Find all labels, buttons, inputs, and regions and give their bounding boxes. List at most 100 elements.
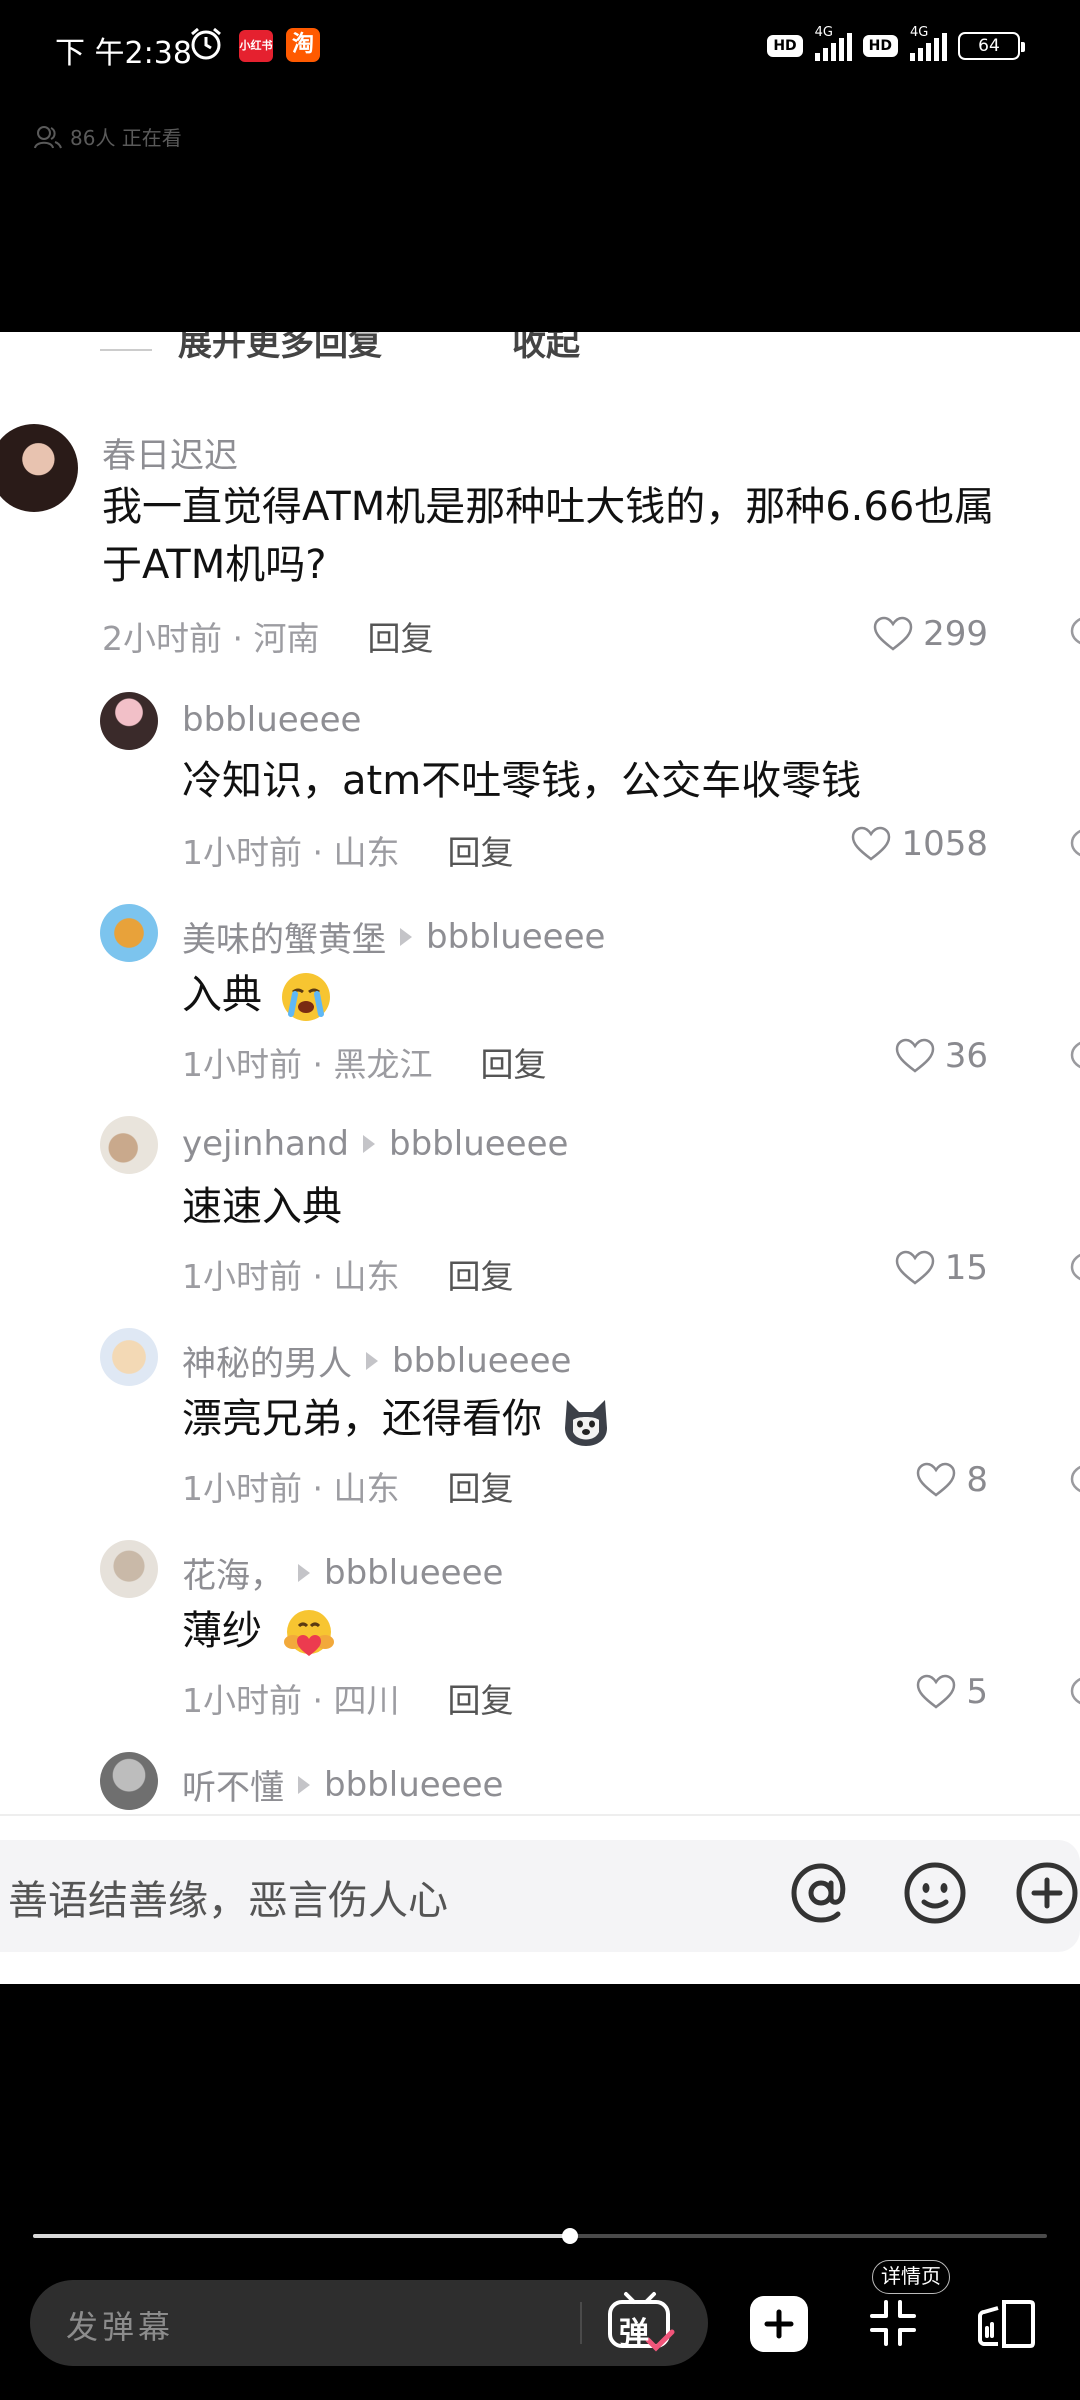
heart-icon — [873, 616, 913, 651]
reply-meta: 1小时前 · 山东 回复 — [182, 826, 513, 874]
progress-knob[interactable] — [562, 2228, 579, 2244]
heart-icon — [895, 1250, 934, 1285]
expand-collapse-row: 展开更多回复 收起 — [100, 332, 580, 365]
people-icon — [34, 125, 62, 148]
reply-meta: 1小时前 · 山东 回复 — [182, 1250, 513, 1298]
comment-input-bar[interactable]: 善语结善缘，恶言伤人心 — [0, 1840, 1080, 1952]
progress-fill — [33, 2234, 571, 2238]
reply-author[interactable]: 美味的蟹黄堡 bbblueeee — [182, 912, 605, 961]
signal-icon: 4G — [904, 25, 952, 63]
husky-face-icon — [564, 1400, 607, 1446]
comment-author[interactable]: 春日迟迟 — [102, 428, 238, 477]
reply-author[interactable]: bbblueeee — [182, 700, 361, 740]
add-button[interactable] — [750, 2296, 808, 2352]
reply-text: 薄纱 — [182, 1602, 339, 1660]
battery-icon: 64 — [958, 32, 1025, 60]
reply-button[interactable]: 回复 — [480, 1038, 546, 1086]
heart-icon — [917, 1674, 956, 1709]
reply-text: 入典 — [182, 966, 333, 1024]
hd-badge: HD — [767, 35, 803, 57]
alarm-icon — [191, 27, 221, 60]
avatar[interactable] — [0, 424, 78, 512]
xiaohongshu-icon: 小红书 — [239, 30, 273, 62]
comment-meta: 2小时前 · 河南 回复 — [102, 612, 433, 660]
taobao-icon: 淘 — [286, 28, 320, 62]
reply-author[interactable]: 花海， bbblueeee — [182, 1548, 503, 1597]
like-button[interactable]: 1058 — [851, 824, 988, 864]
reply-button[interactable]: 回复 — [447, 1250, 513, 1298]
reply-button[interactable]: 回复 — [447, 1674, 513, 1722]
divider — [0, 1814, 1080, 1816]
progress-bar[interactable] — [33, 2228, 1047, 2244]
like-button[interactable]: 15 — [895, 1248, 988, 1288]
like-button[interactable]: 5 — [916, 1672, 988, 1712]
heart-icon — [852, 826, 891, 861]
divider — [580, 2302, 582, 2344]
crying-face-icon — [281, 973, 330, 1021]
like-button[interactable]: 8 — [916, 1460, 988, 1500]
dislike-icon[interactable] — [1068, 826, 1080, 860]
expand-more-replies[interactable]: 展开更多回复 — [178, 332, 382, 365]
reply-to-user[interactable]: bbblueeee — [324, 1553, 503, 1593]
reply-author[interactable]: 听不懂 bbblueeee — [182, 1760, 503, 1809]
reply-author[interactable]: 神秘的男人 bbblueeee — [182, 1336, 571, 1385]
avatar[interactable] — [100, 1752, 158, 1810]
like-button[interactable]: 36 — [895, 1036, 988, 1076]
avatar[interactable] — [100, 1540, 158, 1598]
dislike-icon[interactable] — [1068, 1674, 1080, 1708]
reply-author[interactable]: yejinhand bbblueeee — [182, 1124, 568, 1164]
reply-to-arrow-icon — [400, 927, 412, 946]
status-bar: 下 午2:38 小红书 淘 HD 4G HD 4G 64 — [0, 0, 1080, 96]
avatar[interactable] — [100, 692, 158, 750]
reply-to-user[interactable]: bbblueeee — [392, 1341, 571, 1381]
reply-text: 漂亮兄弟，还得看你 — [182, 1390, 613, 1448]
heart-icon — [895, 1038, 934, 1073]
viewer-count-text: 86人 正在看 — [70, 126, 182, 150]
reply-button[interactable]: 回复 — [447, 1462, 513, 1510]
detail-page-tooltip: 详情页 — [872, 2260, 950, 2294]
reply-to-user[interactable]: bbblueeee — [324, 1765, 503, 1805]
collapse-replies[interactable]: 收起 — [512, 332, 580, 365]
avatar[interactable] — [100, 904, 158, 962]
like-count: 5 — [966, 1672, 988, 1712]
like-button[interactable]: 299 — [873, 614, 988, 654]
plus-icon — [764, 2309, 794, 2339]
danmaku-input[interactable]: 发弹幕 — [66, 2302, 174, 2348]
avatar[interactable] — [100, 1328, 158, 1386]
emoji-icon[interactable] — [902, 1860, 968, 1926]
detail-page-icon[interactable] — [976, 2298, 1036, 2350]
comment-panel[interactable]: 展开更多回复 收起 春日迟迟 我一直觉得ATM机是那种吐大钱的，那种6.66也属… — [0, 332, 1080, 1984]
at-icon[interactable] — [786, 1858, 856, 1928]
avatar[interactable] — [100, 1116, 158, 1174]
reply-text: 冷知识，atm不吐零钱，公交车收零钱 — [182, 758, 862, 804]
reply-to-arrow-icon — [298, 1563, 310, 1582]
heart-icon — [917, 1462, 956, 1497]
reply-text: 速速入典 — [182, 1184, 342, 1230]
dislike-icon[interactable] — [1068, 614, 1080, 648]
reply-to-user[interactable]: bbblueeee — [389, 1124, 568, 1164]
reply-to-arrow-icon — [363, 1135, 375, 1153]
danmaku-bar[interactable]: 发弹幕 弹 — [30, 2280, 708, 2366]
hd-badge: HD — [862, 35, 898, 57]
reply-button[interactable]: 回复 — [367, 612, 433, 660]
comment-input[interactable]: 善语结善缘，恶言伤人心 — [8, 1868, 448, 1926]
reply-to-user[interactable]: bbblueeee — [426, 917, 605, 957]
dislike-icon[interactable] — [1068, 1038, 1080, 1072]
clock: 下 午2:38 — [55, 36, 192, 71]
reply-meta: 1小时前 · 黑龙江 回复 — [182, 1038, 546, 1086]
like-count: 8 — [966, 1460, 988, 1500]
like-count: 36 — [944, 1036, 988, 1076]
dislike-icon[interactable] — [1068, 1462, 1080, 1496]
reply-meta: 1小时前 · 山东 回复 — [182, 1462, 513, 1510]
like-count: 1058 — [901, 824, 988, 864]
reply-meta: 1小时前 · 四川 回复 — [182, 1674, 513, 1722]
signal-icon: 4G — [809, 25, 857, 63]
heart-hug-face-icon — [283, 1610, 334, 1656]
danmaku-toggle-button[interactable]: 弹 — [604, 2290, 676, 2356]
viewer-count: 86人 正在看 — [34, 122, 182, 151]
plus-icon[interactable] — [1014, 1860, 1080, 1926]
reply-button[interactable]: 回复 — [447, 826, 513, 874]
comment-text: 我一直觉得ATM机是那种吐大钱的，那种6.66也属 于ATM机吗? — [102, 484, 995, 588]
dislike-icon[interactable] — [1068, 1250, 1080, 1284]
collapse-icon[interactable] — [868, 2298, 918, 2348]
